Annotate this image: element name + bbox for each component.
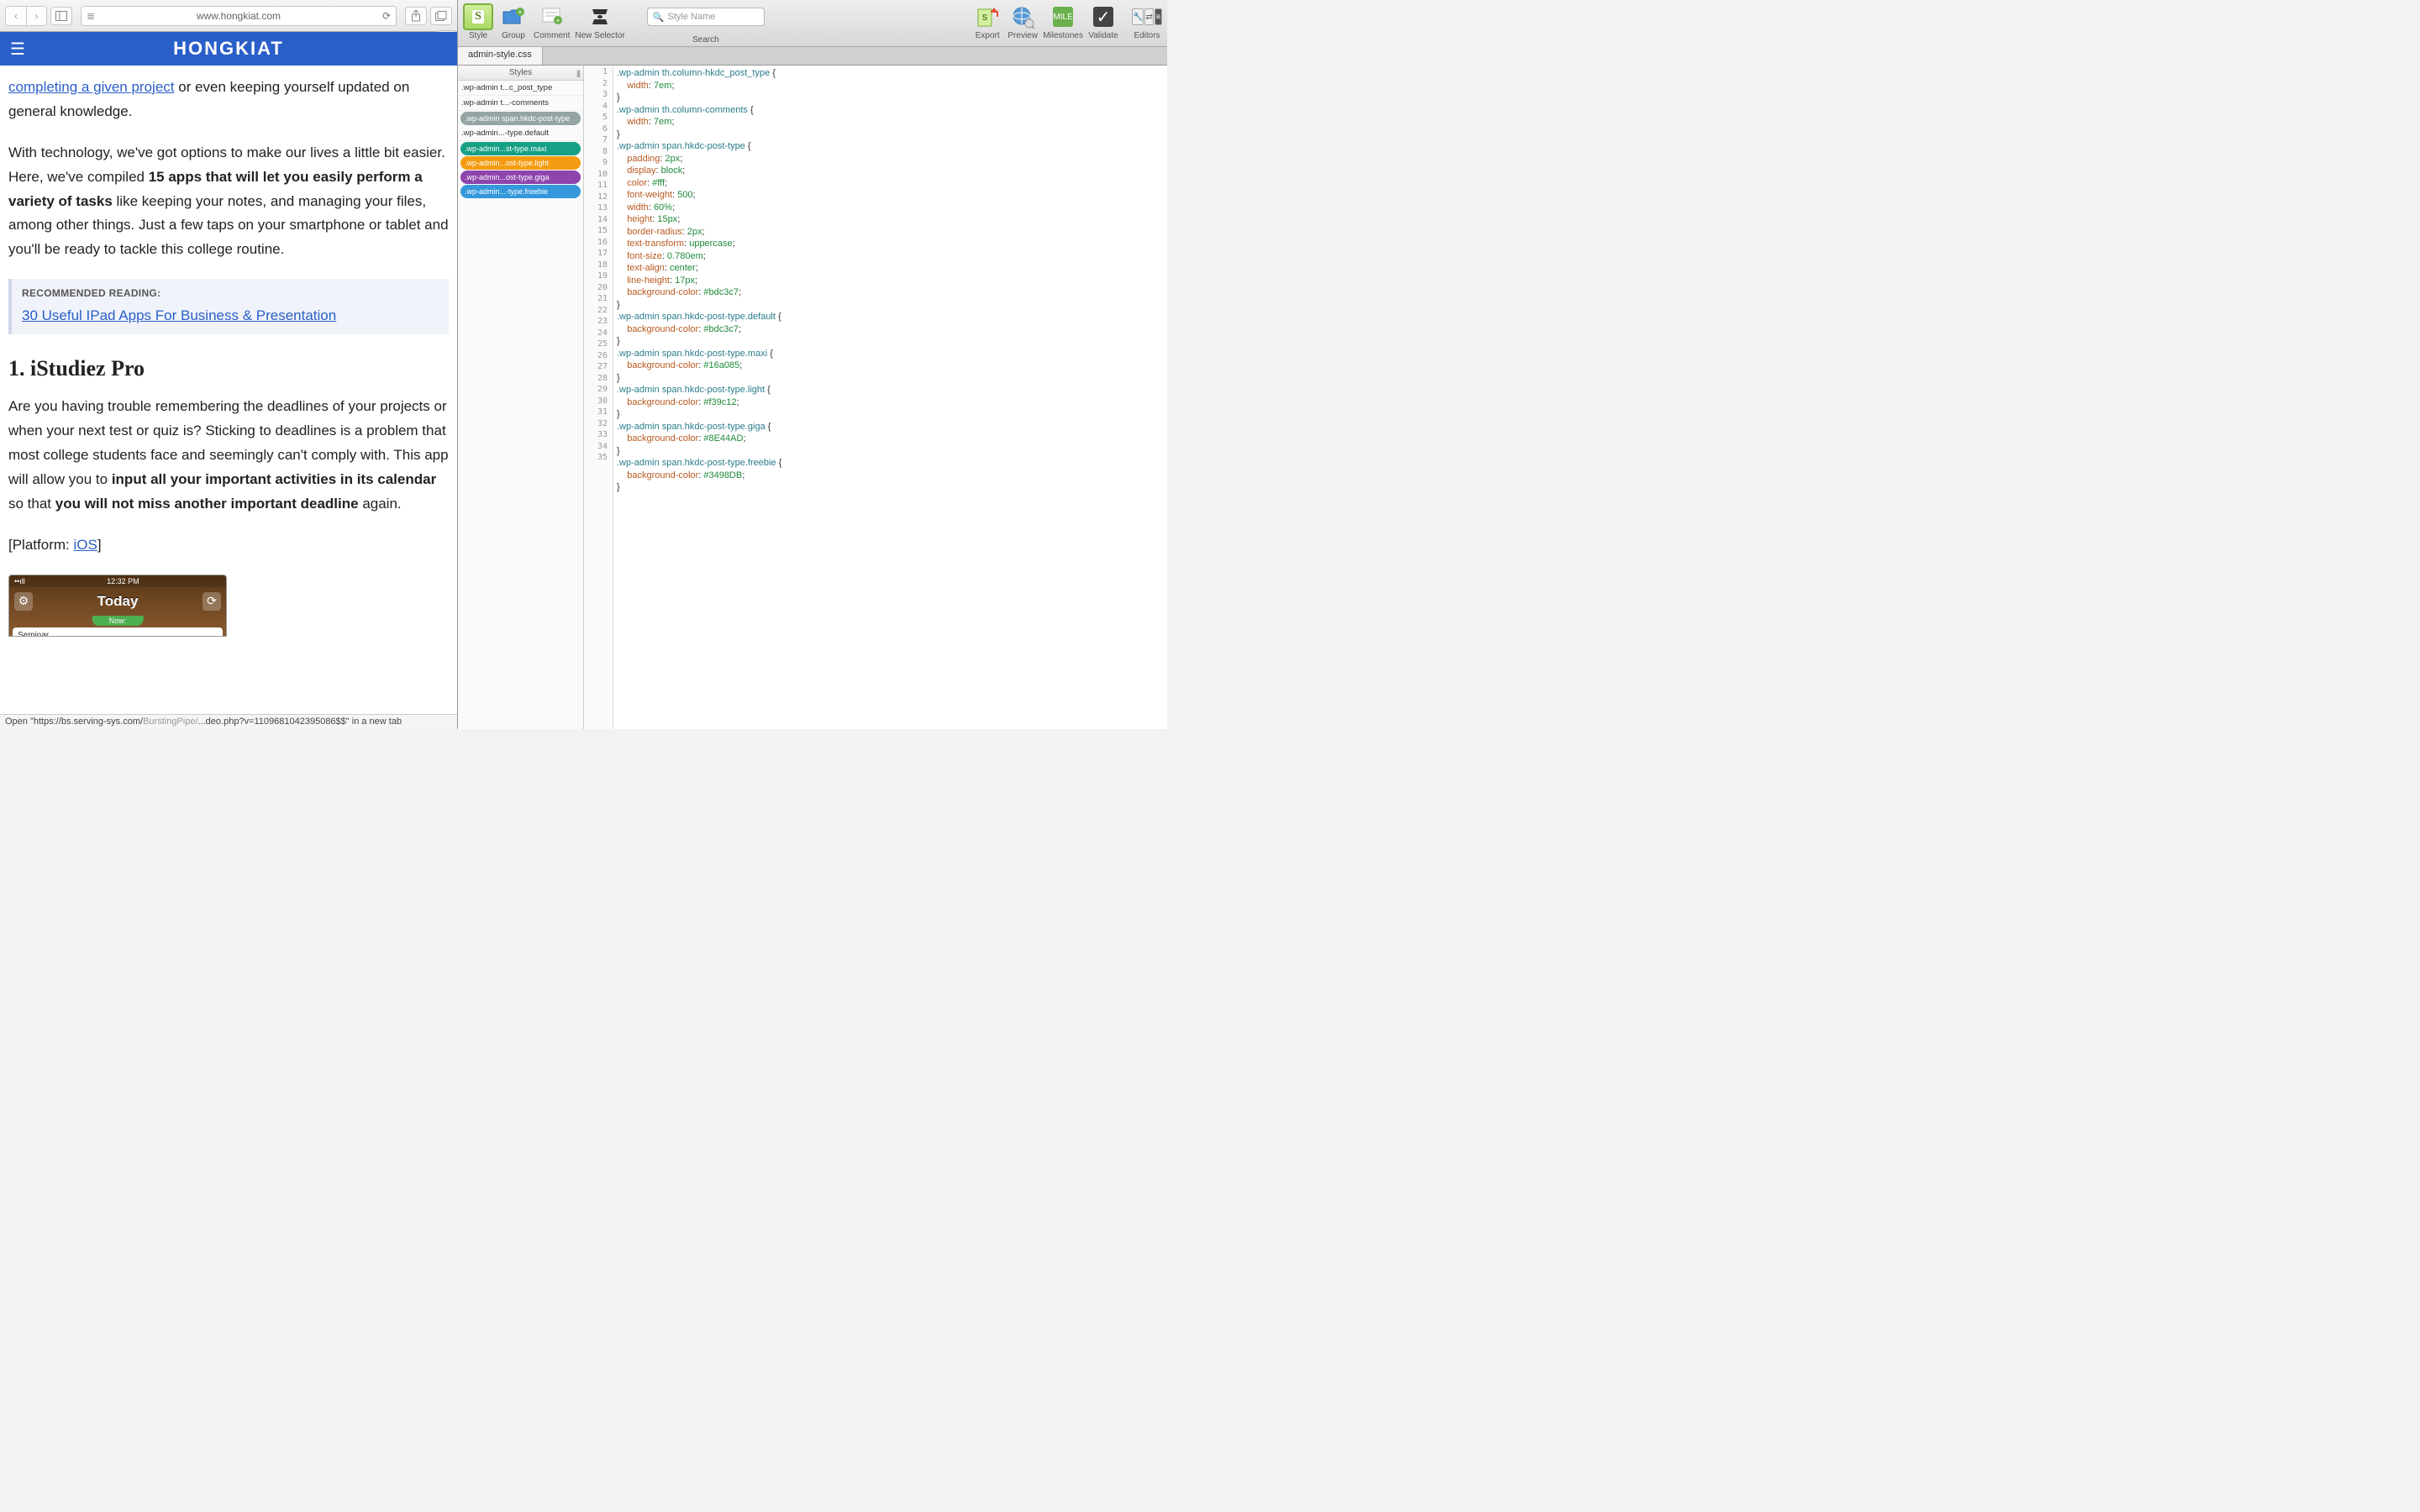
paragraph: With technology, we've got options to ma… (8, 141, 449, 262)
refresh-icon[interactable]: ⟳ (382, 10, 391, 22)
signal-icon: ••ıll (14, 577, 25, 585)
browser-status-bar: Open "https://bs.serving-sys.com/Burstin… (0, 714, 457, 729)
recommended-label: RECOMMENDED READING: (22, 287, 439, 299)
toolbar-editors[interactable]: 🔧⇄≡ Editors (1132, 3, 1162, 40)
sidebar-button[interactable] (50, 7, 72, 25)
share-button[interactable] (405, 7, 427, 25)
svg-text:+: + (555, 17, 560, 24)
url-text: www.hongkiat.com (197, 10, 281, 22)
style-list-item[interactable]: .wp-admin...st-type.maxi (460, 142, 581, 155)
style-list-item[interactable]: .wp-admin...-type.default (458, 126, 583, 141)
app-time: 12:32 PM (107, 577, 139, 585)
app-row-seminar: Seminar (13, 627, 223, 637)
file-tab-active[interactable]: admin-style.css (458, 47, 543, 65)
style-list-item[interactable]: .wp-admin...ost-type.light (460, 156, 581, 170)
toolbar-validate[interactable]: ✓ Validate (1088, 3, 1118, 40)
svg-text:+: + (518, 8, 523, 16)
style-list-item[interactable]: .wp-admin...-type.freebie (460, 185, 581, 198)
share-icon (411, 10, 421, 22)
toolbar-milestones[interactable]: MILE Milestones (1043, 3, 1083, 40)
sidebar-icon (55, 11, 67, 21)
code-area[interactable]: .wp-admin th.column-hkdc_post_type { wid… (613, 66, 1167, 729)
gear-icon: ⚙ (14, 592, 33, 611)
comment-icon: + (537, 3, 567, 30)
safari-window: ‹ › ≣ www.hongkiat.com ⟳ + ☰ HONGKIAT co… (0, 0, 458, 729)
export-icon: S (972, 3, 1002, 30)
toolbar-preview[interactable]: Preview (1007, 3, 1038, 40)
page-content: completing a given project or even keepi… (0, 66, 457, 729)
refresh-icon: ⟳ (203, 592, 221, 611)
editors-icon: 🔧⇄≡ (1132, 3, 1162, 30)
nav-buttons: ‹ › (5, 6, 47, 26)
recommended-link[interactable]: 30 Useful IPad Apps For Business & Prese… (22, 307, 336, 323)
platform-line: [Platform: iOS] (8, 533, 449, 558)
toolbar-export[interactable]: S Export (972, 3, 1002, 40)
back-button[interactable]: ‹ (6, 7, 26, 25)
styles-panel: Styles ||| .wp-admin t...c_post_type.wp-… (458, 66, 584, 729)
css-editor-window: S Style + Group + Comment New Selector 🔍… (458, 0, 1167, 729)
style-icon: S (463, 3, 493, 30)
line-gutter: 1234567891011121314151617181920212223242… (584, 66, 613, 729)
style-list: .wp-admin t...c_post_type.wp-admin t...-… (458, 81, 583, 199)
file-tabs: admin-style.css (458, 47, 1167, 66)
search-icon: 🔍 (653, 12, 665, 23)
group-ic], data-interactable=: + (498, 3, 529, 30)
site-header: ☰ HONGKIAT (0, 32, 457, 66)
now-badge: Now: (92, 616, 144, 626)
link-completing-project[interactable]: completing a given project (8, 79, 175, 95)
editor-body: Styles ||| .wp-admin t...c_post_type.wp-… (458, 66, 1167, 729)
url-bar[interactable]: ≣ www.hongkiat.com ⟳ (81, 6, 397, 26)
toolbar-new-selector[interactable]: New Selector (575, 3, 624, 40)
paragraph: completing a given project or even keepi… (8, 76, 449, 124)
menu-icon[interactable]: ☰ (10, 39, 25, 60)
style-list-item[interactable]: .wp-admin t...c_post_type (458, 81, 583, 96)
tabs-button[interactable] (430, 7, 452, 25)
search-input[interactable]: 🔍 Style Name (647, 8, 765, 26)
toolbar-search: 🔍 Style Name Search (647, 3, 765, 45)
tabs-icon (435, 11, 447, 21)
site-title: HONGKIAT (173, 38, 284, 60)
styles-header: Styles ||| (458, 66, 583, 81)
style-list-item[interactable]: .wp-admin t...-comments (458, 96, 583, 111)
toolbar-style[interactable]: S Style (463, 3, 493, 40)
app-header-title: Today (97, 593, 139, 610)
section-heading: 1. iStudiez Pro (8, 356, 449, 381)
search-placeholder: Style Name (668, 12, 716, 22)
milestones-icon: MILE (1048, 3, 1078, 30)
style-list-item[interactable]: .wp-admin...ost-type.giga (460, 171, 581, 184)
style-list-item[interactable]: .wp-admin span.hkdc-post-type (460, 112, 581, 125)
paragraph: Are you having trouble remembering the d… (8, 395, 449, 516)
safari-toolbar: ‹ › ≣ www.hongkiat.com ⟳ (0, 0, 457, 32)
forward-button[interactable]: › (26, 7, 46, 25)
preview-icon (1007, 3, 1038, 30)
editor-toolbar: S Style + Group + Comment New Selector 🔍… (458, 0, 1167, 47)
app-screenshot: ••ıll 12:32 PM ⚙ Today ⟳ Now: Seminar (8, 575, 227, 637)
platform-link[interactable]: iOS (73, 537, 97, 553)
validate-icon: ✓ (1088, 3, 1118, 30)
toolbar-group[interactable]: + Group (498, 3, 529, 40)
recommended-box: RECOMMENDED READING: 30 Useful IPad Apps… (8, 279, 449, 334)
svg-text:S: S (982, 13, 988, 23)
reader-icon[interactable]: ≣ (87, 10, 95, 22)
toolbar-comment[interactable]: + Comment (534, 3, 570, 40)
selector-icon (585, 3, 615, 30)
columns-icon[interactable]: ||| (576, 69, 580, 77)
folder-icon: + (502, 7, 525, 27)
